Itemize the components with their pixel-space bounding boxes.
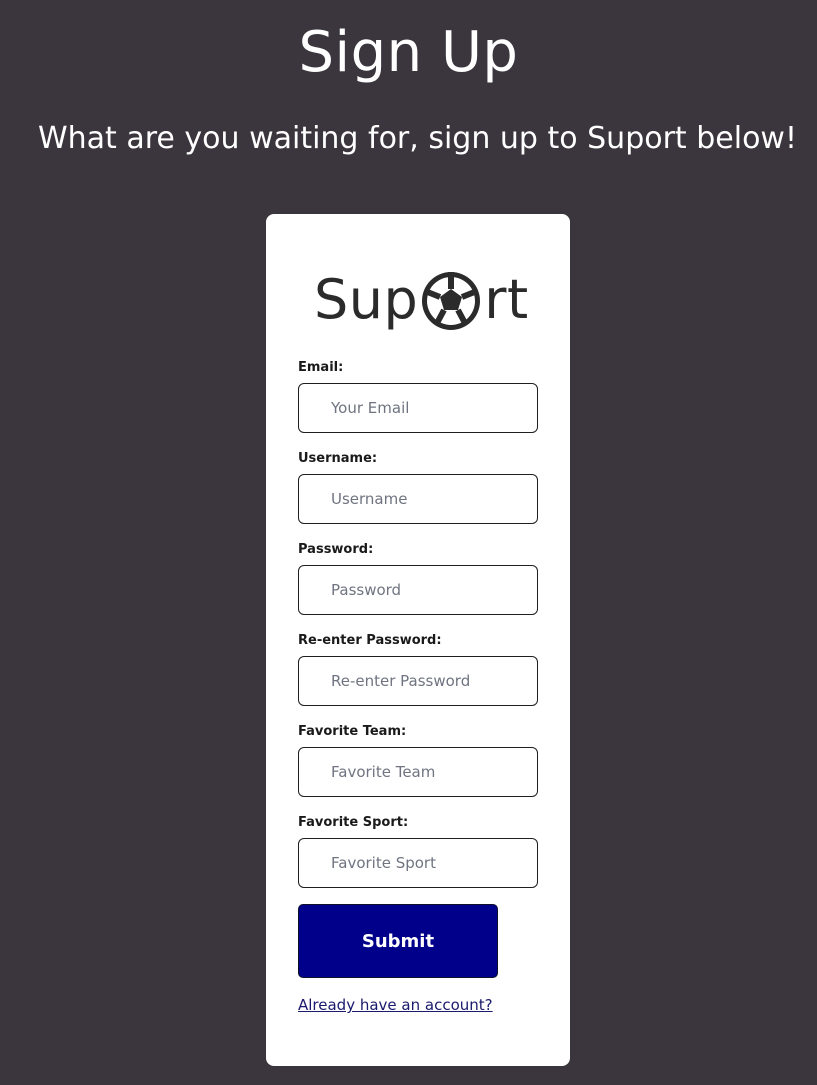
username-label: Username: — [298, 451, 378, 466]
reenter-password-input[interactable] — [298, 656, 538, 706]
reenter-password-label: Re-enter Password: — [298, 633, 442, 648]
password-label: Password: — [298, 542, 374, 557]
signup-card: Sup rt Email: Username: Password: Re-ent… — [266, 214, 570, 1066]
favorite-team-label: Favorite Team: — [298, 724, 407, 739]
username-input[interactable] — [298, 474, 538, 524]
already-have-account-link[interactable]: Already have an account? — [298, 996, 493, 1014]
logo-text-suffix: rt — [484, 267, 529, 331]
logo-text-prefix: Sup — [314, 267, 419, 331]
suport-logo: Sup rt — [314, 264, 529, 334]
password-input[interactable] — [298, 565, 538, 615]
favorite-team-input[interactable] — [298, 747, 538, 797]
favorite-sport-label: Favorite Sport: — [298, 815, 409, 830]
page-subtitle: What are you waiting for, sign up to Sup… — [38, 121, 797, 156]
favorite-sport-input[interactable] — [298, 838, 538, 888]
soccer-ball-icon — [419, 269, 483, 333]
submit-button[interactable]: Submit — [298, 904, 498, 978]
page-title: Sign Up — [298, 20, 519, 85]
email-label: Email: — [298, 360, 344, 375]
email-input[interactable] — [298, 383, 538, 433]
